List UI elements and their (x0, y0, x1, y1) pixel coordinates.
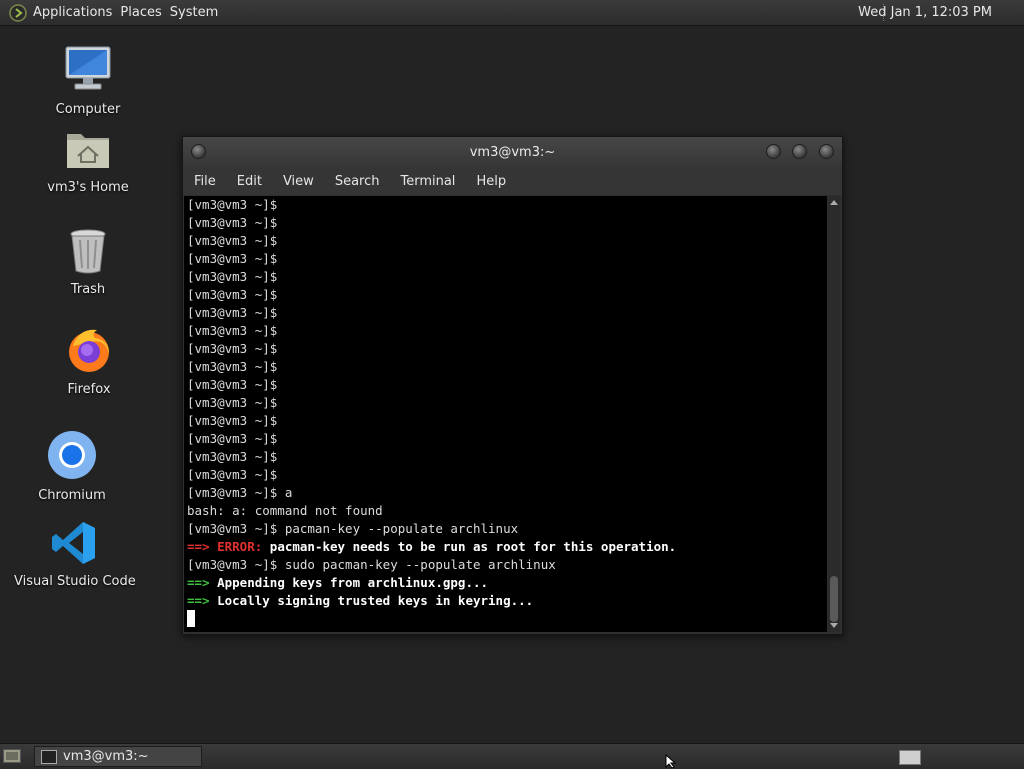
terminal-line: [vm3@vm3 ~]$ (187, 413, 278, 428)
workspace-switcher[interactable] (899, 750, 921, 765)
terminal-line: [vm3@vm3 ~]$ (187, 467, 278, 482)
desktop-icon-trash[interactable]: Trash (55, 228, 121, 297)
distro-logo-icon[interactable] (9, 3, 27, 22)
scroll-up-arrow-icon[interactable] (830, 200, 838, 205)
error-arrow: ==> (187, 539, 218, 554)
menu-help[interactable]: Help (465, 174, 516, 189)
terminal-line: [vm3@vm3 ~]$ (187, 269, 278, 284)
top-panel: Applications Places System Wed Jan 1, 12… (0, 0, 1024, 26)
trash-icon (70, 229, 106, 274)
terminal-line: [vm3@vm3 ~]$ (187, 287, 278, 302)
terminal-line: [vm3@vm3 ~]$ (187, 233, 278, 248)
menu-terminal[interactable]: Terminal (389, 174, 465, 189)
terminal-line: [vm3@vm3 ~]$ (187, 251, 278, 266)
terminal-line: [vm3@vm3 ~]$ (187, 323, 278, 338)
terminal-line: [vm3@vm3 ~]$ pacman-key --populate archl… (187, 521, 519, 536)
error-message: pacman-key needs to be run as root for t… (269, 539, 677, 554)
clock[interactable]: Wed Jan 1, 12:03 PM (858, 5, 992, 20)
terminal-input-line[interactable] (187, 610, 827, 628)
terminal-line: [vm3@vm3 ~]$ (187, 431, 278, 446)
terminal-line: [vm3@vm3 ~]$ (187, 449, 278, 464)
desktop-icon-label: Computer (55, 102, 121, 117)
terminal-line: [vm3@vm3 ~]$ (187, 197, 278, 212)
close-button[interactable] (819, 144, 834, 159)
mouse-pointer-icon (665, 754, 677, 768)
status-arrow: ==> (187, 593, 218, 608)
window-titlebar[interactable]: vm3@vm3:~ (183, 137, 842, 167)
desktop-icon-label: Firefox (67, 382, 111, 397)
window-title: vm3@vm3:~ (469, 145, 556, 160)
terminal-line: [vm3@vm3 ~]$ (187, 395, 278, 410)
terminal-line: [vm3@vm3 ~]$ (187, 341, 278, 356)
terminal-line: ==> Appending keys from archlinux.gpg... (187, 574, 827, 592)
desktop-icon-home[interactable]: vm3's Home (45, 126, 131, 195)
status-message: Appending keys from archlinux.gpg... (217, 575, 489, 590)
desktop-icon-label: Trash (70, 282, 106, 297)
vscode-icon (52, 522, 95, 564)
menu-places[interactable]: Places (120, 5, 169, 20)
terminal-window: vm3@vm3:~ File Edit View Search Terminal… (182, 136, 843, 635)
terminal-line: [vm3@vm3 ~]$ (187, 215, 278, 230)
menu-edit[interactable]: Edit (226, 174, 272, 189)
terminal-line: ==> ERROR: pacman-key needs to be run as… (187, 538, 827, 556)
taskbar-item-terminal[interactable]: vm3@vm3:~ (34, 746, 202, 767)
terminal-line: [vm3@vm3 ~]$ a (187, 485, 293, 500)
terminal-line: [vm3@vm3 ~]$ sudo pacman-key --populate … (187, 557, 556, 572)
desktop-icon-firefox[interactable]: Firefox (58, 326, 120, 397)
terminal-line: ==> Locally signing trusted keys in keyr… (187, 592, 827, 610)
minimize-button[interactable] (766, 144, 781, 159)
terminal-icon (41, 749, 57, 764)
menu-search[interactable]: Search (324, 174, 390, 189)
status-arrow: ==> (187, 575, 218, 590)
menu-system[interactable]: System (170, 5, 226, 20)
status-message: Locally signing trusted keys in keyring.… (217, 593, 534, 608)
firefox-icon (69, 329, 109, 372)
desktop-icon-chromium[interactable]: Chromium (36, 430, 108, 503)
text-cursor (187, 610, 195, 627)
terminal-line: bash: a: command not found (187, 503, 383, 518)
terminal-line: [vm3@vm3 ~]$ (187, 359, 278, 374)
error-label: ERROR: (217, 539, 270, 554)
menu-view[interactable]: View (272, 174, 324, 189)
menu-file[interactable]: File (183, 174, 226, 189)
desktop-icon-label: Chromium (38, 488, 106, 503)
desktop-icon-label: vm3's Home (47, 180, 129, 195)
home-folder-icon (67, 134, 109, 168)
computer-icon (65, 46, 111, 90)
desktop-icon-vscode[interactable]: Visual Studio Code (14, 520, 136, 589)
terminal-menubar: File Edit View Search Terminal Help (183, 167, 842, 195)
maximize-button[interactable] (792, 144, 807, 159)
desktop-icon-label: Visual Studio Code (14, 574, 136, 589)
show-desktop-icon[interactable] (3, 749, 21, 763)
terminal-scrollbar[interactable] (828, 196, 840, 632)
scroll-down-arrow-icon[interactable] (830, 623, 838, 628)
bottom-panel: vm3@vm3:~ (0, 743, 1024, 769)
terminal-output[interactable]: [vm3@vm3 ~]$ [vm3@vm3 ~]$ [vm3@vm3 ~]$ [vm3… (184, 196, 827, 632)
desktop-icon-computer[interactable]: Computer (50, 44, 126, 117)
scrollbar-thumb[interactable] (830, 576, 838, 622)
terminal-line: [vm3@vm3 ~]$ (187, 305, 278, 320)
taskbar-item-label: vm3@vm3:~ (63, 749, 149, 764)
terminal-line: [vm3@vm3 ~]$ (187, 377, 278, 392)
menu-applications[interactable]: Applications (33, 5, 120, 20)
chromium-icon (48, 431, 96, 479)
